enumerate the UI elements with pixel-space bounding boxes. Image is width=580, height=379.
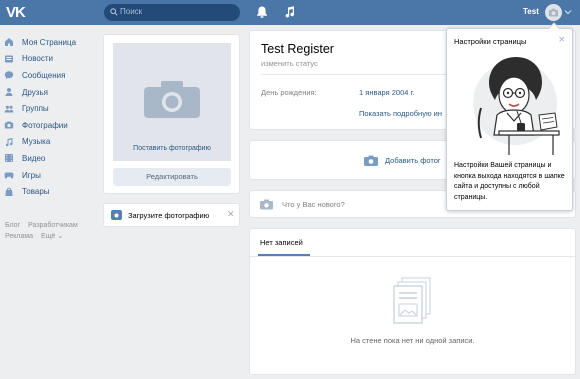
tooltip-text: Настройки Вашей страницы и кнопка выхода… <box>454 162 565 201</box>
upload-photo-label: Загрузите фотографию <box>128 211 210 220</box>
camera-icon <box>364 155 378 166</box>
footer-link-ads[interactable]: Реклама <box>5 233 33 240</box>
profile-photo-card: Поставить фотографию Редактировать <box>103 34 240 194</box>
profile-photo-placeholder[interactable]: Поставить фотографию <box>113 43 231 161</box>
sidebar-item-label: Друзья <box>22 87 48 97</box>
user-name[interactable]: Test <box>523 7 539 16</box>
games-icon <box>4 172 14 179</box>
chevron-down-icon[interactable] <box>564 9 572 15</box>
divider <box>250 256 575 257</box>
sidebar-item-news[interactable]: Новости <box>4 51 99 68</box>
sidebar-item-photos[interactable]: Фотографии <box>4 117 99 134</box>
show-more-info-link[interactable]: Показать подробную ин <box>359 109 442 118</box>
sidebar-item-label: Сообщения <box>22 70 66 80</box>
sidebar-footer: Блог Разработчикам Реклама Ещё ⌄ <box>5 220 105 242</box>
tooltip-title: Настройки страницы <box>454 37 527 46</box>
page-settings-tooltip: Настройки страницы × Настройки Вашей стр… <box>446 22 573 211</box>
close-icon[interactable]: ✕ <box>227 210 235 220</box>
add-photo-label: Добавить фотог <box>385 156 441 165</box>
close-icon[interactable]: × <box>558 35 566 45</box>
empty-wall-icon <box>393 277 431 324</box>
page-title: Test Register <box>261 42 334 56</box>
empty-wall-text: На стене пока нет ни одной записи. <box>350 336 475 345</box>
sidebar-item-my-page[interactable]: Моя Страница <box>4 34 99 51</box>
set-photo-link[interactable]: Поставить фотографию <box>113 145 231 152</box>
vk-logo[interactable]: VK <box>6 4 28 21</box>
camera-icon <box>549 8 558 17</box>
sidebar-item-label: Новости <box>22 54 53 64</box>
sidebar-item-label: Видео <box>22 153 46 163</box>
sidebar-item-label: Игры <box>22 170 41 180</box>
sidebar-item-games[interactable]: Игры <box>4 167 99 184</box>
edit-profile-button[interactable]: Редактировать <box>113 168 231 186</box>
search-icon <box>110 8 118 16</box>
sidebar-item-label: Товары <box>22 187 50 197</box>
groups-icon <box>4 105 14 113</box>
user-avatar[interactable] <box>545 4 562 21</box>
sidebar-item-music[interactable]: Музыка <box>4 134 99 151</box>
bell-icon[interactable] <box>255 5 269 19</box>
sidebar-item-goods[interactable]: Товары <box>4 183 99 200</box>
camera-icon[interactable] <box>260 199 273 210</box>
photos-icon <box>4 121 14 129</box>
search-placeholder: Поиск <box>120 7 143 16</box>
sidebar-item-label: Группы <box>22 104 49 114</box>
footer-link-blog[interactable]: Блог <box>5 222 20 229</box>
sidebar-item-label: Моя Страница <box>22 37 77 47</box>
change-status-link[interactable]: изменить статус <box>261 59 318 68</box>
sidebar-item-label: Фотографии <box>22 120 68 130</box>
sidebar-nav: Моя Страница Новости Сообщения Друзья Гр… <box>4 34 99 200</box>
sidebar-item-label: Музыка <box>22 137 51 147</box>
woman-at-desk-illustration <box>473 57 560 155</box>
camera-icon <box>144 81 200 118</box>
tab-no-posts[interactable]: Нет записей <box>260 238 303 247</box>
sidebar-item-groups[interactable]: Группы <box>4 100 99 117</box>
birthday-value[interactable]: 1 января 2004 г. <box>359 88 414 97</box>
wall-card: Нет записей На стене пока нет ни одной з… <box>249 228 576 375</box>
goods-icon <box>5 187 13 196</box>
top-bar: VK Поиск Test <box>0 0 580 25</box>
home-icon <box>5 38 13 47</box>
birthday-label: День рождения: <box>261 88 317 97</box>
post-input-placeholder[interactable]: Что у Вас нового? <box>282 200 345 209</box>
sidebar-item-video[interactable]: Видео <box>4 150 99 167</box>
video-icon <box>5 154 13 163</box>
footer-link-developers[interactable]: Разработчикам <box>28 222 78 229</box>
music-note-icon[interactable] <box>283 5 297 19</box>
search-input[interactable]: Поиск <box>104 4 240 21</box>
footer-link-more[interactable]: Ещё ⌄ <box>41 233 63 240</box>
friends-icon <box>5 88 13 97</box>
sidebar-item-friends[interactable]: Друзья <box>4 84 99 101</box>
messages-icon <box>4 71 14 80</box>
music-icon <box>5 137 13 147</box>
sidebar-item-messages[interactable]: Сообщения <box>4 67 99 84</box>
camera-icon <box>111 210 122 220</box>
news-icon <box>5 55 13 63</box>
upload-photo-card[interactable]: Загрузите фотографию ✕ <box>103 203 240 227</box>
